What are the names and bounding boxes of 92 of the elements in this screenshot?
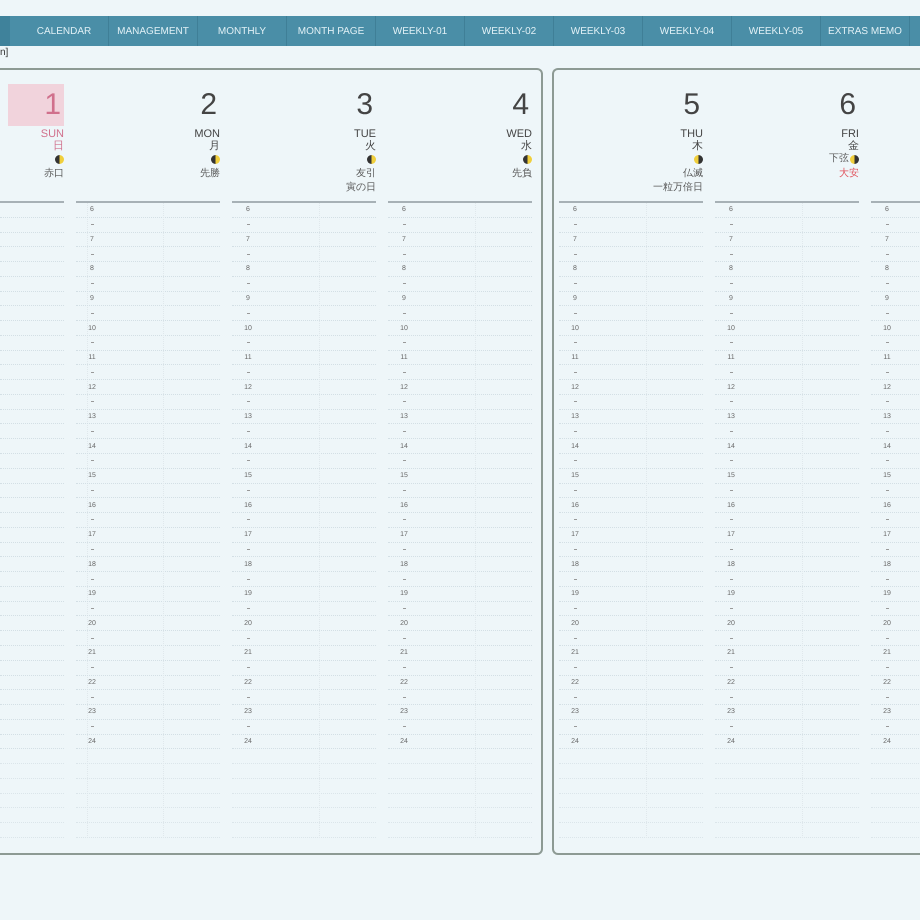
half-hour-tick [730,224,732,226]
half-hour-tick [246,726,250,728]
half-hour-tick [402,372,406,373]
weekday-label: SUN [40,128,64,140]
nav-tab[interactable]: WEEKLY-05 [732,16,821,46]
half-hour-tick [886,667,888,668]
half-hour-tick [246,608,250,610]
breadcrumb-text: n] [0,46,10,60]
half-hour-tick [402,726,406,728]
half-hour-tick [90,224,94,226]
nav-tab[interactable]: MANAGEMENT [109,16,198,46]
day-note: 寅の日 [346,182,376,194]
half-hour-tick [730,490,732,491]
half-hour-tick [90,283,94,284]
half-hour-tick [574,372,576,373]
half-hour-tick [246,430,250,432]
nav-tab[interactable]: WEEKLY-04 [643,16,732,46]
half-hour-tick [730,608,732,610]
half-hour-tick [90,430,94,432]
half-hour-tick [574,490,576,491]
nav-tab[interactable]: MONTH PAGE [287,16,376,46]
rokuyo-label: 先勝 [200,168,220,180]
half-hour-tick [90,490,94,491]
half-hour-tick [402,224,406,226]
half-hour-tick [90,608,94,610]
half-hour-tick [730,667,732,668]
half-hour-tick [574,224,576,226]
moon-phase-label: 下弦 [829,153,849,165]
half-hour-tick [886,224,888,226]
date-number: 3 [356,87,374,123]
half-hour-tick [886,608,888,610]
half-hour-tick [246,548,250,550]
half-hour-tick [402,667,406,668]
half-hour-tick [90,372,94,373]
day-note: 一粒万倍日 [653,182,703,194]
weekday-label: THU [680,128,703,140]
half-hour-tick [402,490,406,491]
half-hour-tick [246,372,250,373]
weekday-kanji: 金 [848,140,859,152]
half-hour-tick [402,283,406,284]
half-hour-tick [246,490,250,491]
weekday-kanji: 月 [209,140,220,153]
half-hour-tick [886,430,888,432]
half-hour-tick [574,726,576,728]
half-hour-tick [402,548,406,550]
date-number: 6 [839,87,857,123]
half-hour-tick [574,667,576,668]
weekday-label: TUE [354,128,376,140]
weekday-kanji: 火 [365,140,376,153]
nav-tab[interactable]: WEEKLY-01 [376,16,465,46]
half-hour-tick [574,548,576,550]
half-hour-tick [574,608,576,610]
half-hour-tick [730,726,732,728]
half-hour-tick [886,548,888,550]
half-hour-tick [402,430,406,432]
half-hour-tick [730,430,732,432]
date-number: 2 [200,87,218,123]
half-hour-tick [886,372,888,373]
rokuyo-label: 赤口 [44,168,64,180]
half-hour-tick [402,608,406,610]
half-hour-tick [246,224,250,226]
half-hour-tick [730,372,732,373]
weekday-label: MON [194,128,220,140]
half-hour-tick [886,490,888,491]
date-number: 5 [683,87,701,123]
rokuyo-label: 仏滅 [683,168,703,180]
half-hour-tick [246,283,250,284]
half-hour-tick [90,667,94,668]
half-hour-tick [730,548,732,550]
nav-tab[interactable]: CALENDAR [20,16,109,46]
half-hour-tick [574,430,576,432]
rokuyo-label: 友引 [356,168,376,180]
half-hour-tick [886,726,888,728]
rokuyo-label: 大安 [839,168,859,180]
weekday-kanji: 日 [53,140,64,153]
half-hour-tick [574,283,576,284]
weekday-kanji: 水 [521,140,532,153]
weekday-label: WED [506,128,532,140]
date-number: 4 [512,87,530,123]
weekday-label: FRI [841,128,859,140]
rokuyo-label: 先負 [512,168,532,180]
weekday-kanji: 木 [692,140,703,153]
nav-tab[interactable]: WEEKLY-03 [554,16,643,46]
half-hour-tick [730,283,732,284]
half-hour-tick [886,283,888,284]
nav-tab[interactable]: WEEKLY-02 [465,16,554,46]
nav-tab[interactable]: EXTRAS MEMO [821,16,910,46]
half-hour-tick [90,548,94,550]
nav-tab[interactable]: MONTHLY [198,16,287,46]
date-number: 1 [8,84,64,126]
half-hour-tick [90,726,94,728]
half-hour-tick [246,667,250,668]
